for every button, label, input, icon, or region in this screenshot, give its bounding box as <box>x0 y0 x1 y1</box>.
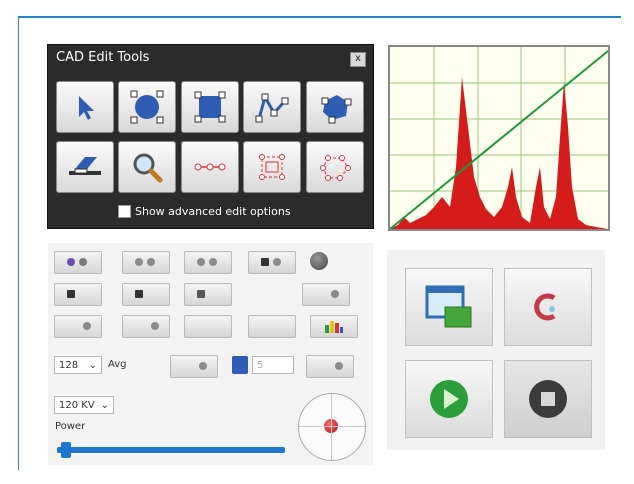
kv-select[interactable]: 120 KV ⌄ <box>54 396 114 414</box>
advanced-options-label: Show advanced edit options <box>135 205 291 218</box>
window-folder-icon <box>425 285 472 328</box>
camera-mode-button-2[interactable] <box>122 251 170 274</box>
chevron-down-icon: ⌄ <box>88 360 97 371</box>
wrench-button[interactable] <box>306 355 354 378</box>
average-label: Avg <box>108 359 127 370</box>
stop-icon <box>529 380 567 418</box>
cad-panel-title: CAD Edit Tools <box>56 50 150 65</box>
camera-mode-button-3[interactable] <box>184 251 232 274</box>
circle-icon <box>130 90 164 124</box>
average-select-value: 128 <box>59 360 79 371</box>
xray-toggle-button[interactable] <box>170 355 218 378</box>
select-arrow-icon <box>79 96 94 120</box>
camera-mode-button-1[interactable] <box>54 251 102 274</box>
power-label: Power <box>55 421 86 432</box>
stop-button[interactable] <box>504 360 592 438</box>
save-mode-button[interactable] <box>248 251 296 274</box>
acquisition-controls-panel: 128 ⌄ Avg 5 120 KV ⌄ Power <box>48 243 373 465</box>
acquire-mode-button-2[interactable] <box>122 315 170 338</box>
histogram-preview <box>388 45 610 231</box>
magnifier-icon <box>133 153 163 183</box>
status-led-icon <box>310 252 328 270</box>
average-select[interactable]: 128 ⌄ <box>54 356 102 374</box>
select-poly-icon <box>320 155 351 181</box>
print-button[interactable] <box>184 283 232 306</box>
histogram-area <box>390 77 608 229</box>
color-map-icon <box>325 321 343 333</box>
acquire-mode-button-1[interactable] <box>54 315 102 338</box>
rectangle-tool-button[interactable] <box>181 81 239 133</box>
kv-select-value: 120 KV <box>59 400 95 411</box>
acquire-mode-button-3[interactable] <box>184 315 232 338</box>
position-joystick[interactable] <box>298 393 366 461</box>
rectangle-icon <box>194 91 226 123</box>
save-frame-button[interactable] <box>54 283 102 306</box>
advanced-options-checkbox[interactable] <box>118 205 131 218</box>
histogram-graphic <box>389 47 609 230</box>
transfer-curve-line <box>389 50 609 230</box>
polyline-tool-button[interactable] <box>243 81 301 133</box>
close-button[interactable]: x <box>350 52 366 67</box>
grid-toggle-button[interactable] <box>302 283 350 306</box>
point-chain-tool-button[interactable] <box>181 141 239 193</box>
play-button[interactable] <box>405 360 493 438</box>
eraser-tool-button[interactable] <box>56 141 114 193</box>
select-rect-tool-button[interactable] <box>243 141 301 193</box>
polyline-icon <box>255 93 289 123</box>
save-sequence-button[interactable] <box>122 283 170 306</box>
play-icon <box>430 380 468 418</box>
power-slider-thumb[interactable] <box>61 442 72 458</box>
red-loop-icon <box>534 293 556 321</box>
polygon-tool-button[interactable] <box>306 81 364 133</box>
loop-button[interactable] <box>504 268 592 346</box>
zoom-tool-button[interactable] <box>118 141 176 193</box>
acquire-mode-button-4[interactable] <box>248 315 296 338</box>
open-folder-button[interactable] <box>405 268 493 346</box>
color-map-button[interactable] <box>310 315 358 338</box>
eraser-icon <box>69 157 101 175</box>
advanced-options-row[interactable]: Show advanced edit options <box>118 205 291 218</box>
power-slider-track[interactable] <box>57 447 285 453</box>
app-buttons-panel <box>387 250 605 450</box>
tool-icon <box>232 356 248 374</box>
chevron-down-icon: ⌄ <box>100 400 109 411</box>
circle-tool-button[interactable] <box>118 81 176 133</box>
point-chain-icon <box>194 163 226 171</box>
select-poly-tool-button[interactable] <box>306 141 364 193</box>
select-rect-icon <box>259 154 285 180</box>
select-tool-button[interactable] <box>56 81 114 133</box>
numeric-field[interactable]: 5 <box>252 356 294 374</box>
polygon-icon <box>321 95 352 124</box>
cad-edit-tools-panel: CAD Edit Tools x Show advanced edit opti… <box>47 44 374 229</box>
